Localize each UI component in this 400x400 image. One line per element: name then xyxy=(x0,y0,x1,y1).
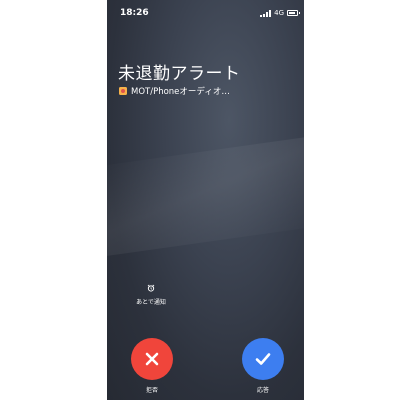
close-icon xyxy=(145,352,159,366)
remind-later-label: あとで通知 xyxy=(136,299,166,306)
decline-label: 拒否 xyxy=(145,387,158,394)
app-name: MOT/Phoneオーディオ… xyxy=(131,87,230,97)
remind-later-button[interactable]: あとで通知 xyxy=(131,284,171,306)
battery-icon xyxy=(287,10,300,16)
incoming-call-screen: 18:26 4G 未退勤アラート MOT/Phoneオーディオ… あとで通知 拒… xyxy=(107,0,304,400)
accept-button[interactable] xyxy=(242,338,284,380)
network-type: 4G xyxy=(274,9,284,17)
alert-title: 未退勤アラート xyxy=(118,64,241,84)
decline-button[interactable] xyxy=(131,338,173,380)
alarm-clock-icon xyxy=(147,284,155,292)
checkmark-icon xyxy=(255,353,271,365)
status-time: 18:26 xyxy=(120,8,149,18)
accept-label: 応答 xyxy=(256,387,269,394)
status-indicators: 4G xyxy=(260,9,300,17)
signal-icon xyxy=(260,9,272,17)
status-bar: 18:26 4G xyxy=(107,8,304,22)
battery-level-fill xyxy=(289,12,295,14)
app-source-row: MOT/Phoneオーディオ… xyxy=(119,85,230,97)
app-icon xyxy=(119,87,127,95)
